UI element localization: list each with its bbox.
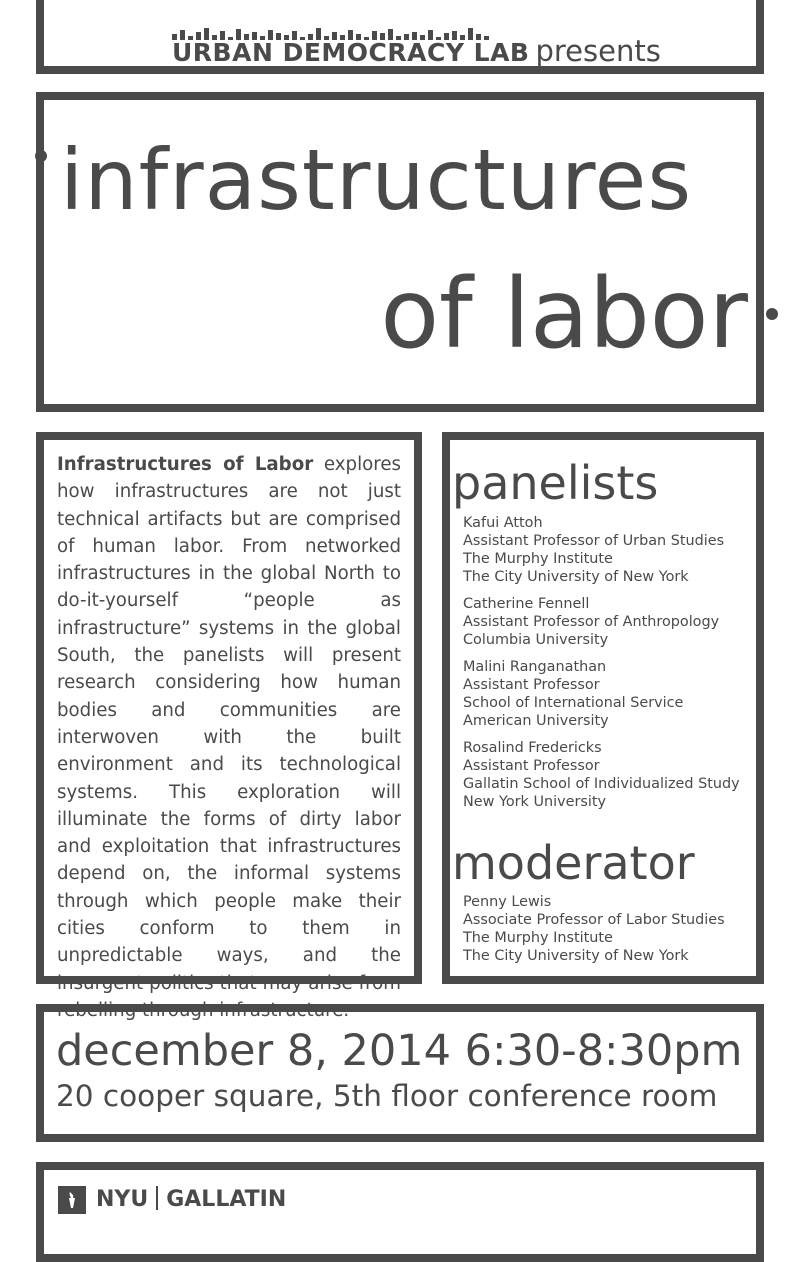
moderator-affiliation: The Murphy Institute <box>463 930 613 946</box>
panelist-list: Kafui Attoh Assistant Professor of Urban… <box>463 514 755 820</box>
moderator-entry: Penny Lewis Associate Professor of Labor… <box>463 893 755 965</box>
title-line-2: of labor <box>380 258 748 370</box>
moderator-name: Penny Lewis <box>463 894 552 910</box>
panelist-affiliation: The Murphy Institute <box>463 551 613 567</box>
panelist-affiliation: Columbia University <box>463 632 609 648</box>
panelist-entry: Malini Ranganathan Assistant Professor S… <box>463 658 755 730</box>
panelist-entry: Kafui Attoh Assistant Professor of Urban… <box>463 514 755 586</box>
header-line: URBAN DEMOCRACY LAB presents <box>172 34 661 68</box>
panelist-affiliation: Assistant Professor of Urban Studies <box>463 533 725 549</box>
panelist-name: Rosalind Fredericks <box>463 740 602 756</box>
panelist-name: Catherine Fennell <box>463 596 590 612</box>
moderator-affiliation: The City University of New York <box>463 948 689 964</box>
gallatin-wordmark: GALLATIN <box>166 1187 287 1212</box>
description-body: explores how infrastructures are not jus… <box>57 454 401 1021</box>
moderator-affiliation: Associate Professor of Labor Studies <box>463 912 725 928</box>
title-dot-right <box>766 308 778 320</box>
panelist-affiliation: New York University <box>463 794 607 810</box>
panelist-affiliation: Assistant Professor <box>463 758 600 774</box>
panelists-heading: panelists <box>452 456 659 510</box>
panelist-entry: Catherine Fennell Assistant Professor of… <box>463 595 755 649</box>
panelist-name: Malini Ranganathan <box>463 659 607 675</box>
org-name: URBAN DEMOCRACY LAB <box>172 38 530 67</box>
nyu-wordmark: NYU <box>96 1187 149 1212</box>
panelist-affiliation: Assistant Professor <box>463 677 600 693</box>
panelist-entry: Rosalind Fredericks Assistant Professor … <box>463 739 755 811</box>
panelist-name: Kafui Attoh <box>463 515 543 531</box>
event-datetime: december 8, 2014 6:30-8:30pm <box>56 1026 743 1076</box>
title-dot-left <box>35 150 47 162</box>
panelist-affiliation: School of International Service <box>463 695 684 711</box>
torch-icon <box>58 1186 86 1214</box>
panelist-affiliation: The City University of New York <box>463 569 689 585</box>
title-line-1: infrastructures <box>60 131 693 229</box>
logo-divider <box>156 1186 159 1210</box>
panelist-affiliation: American University <box>463 713 609 729</box>
presents-text: presents <box>535 34 661 68</box>
panelist-affiliation: Assistant Professor of Anthropology <box>463 614 720 630</box>
description-lead: Infrastructures of Labor <box>57 454 314 475</box>
nyu-gallatin-logo: NYU GALLATIN <box>96 1186 286 1214</box>
event-location: 20 cooper square, 5th floor conference r… <box>56 1079 718 1113</box>
moderator-heading: moderator <box>452 836 695 890</box>
description-text: Infrastructures of Labor explores how in… <box>57 451 401 1024</box>
panelist-affiliation: Gallatin School of Individualized Study <box>463 776 740 792</box>
